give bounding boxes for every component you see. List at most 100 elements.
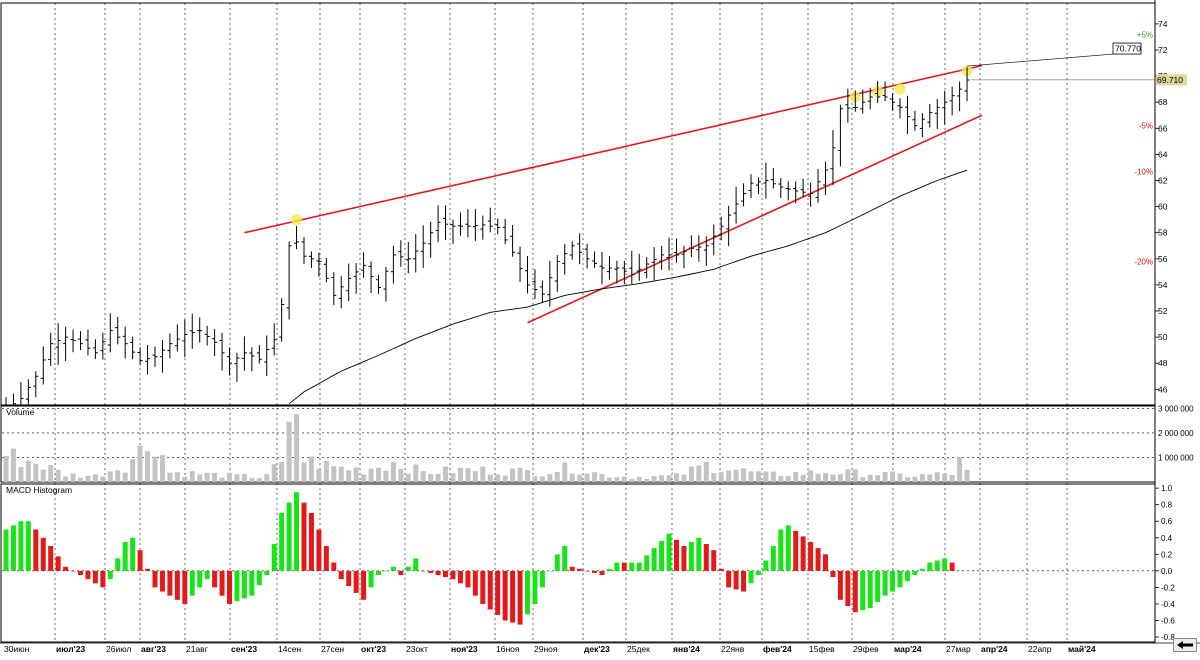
macd-bar bbox=[644, 555, 650, 571]
price-bar bbox=[137, 347, 143, 366]
price-bar bbox=[279, 298, 285, 342]
volume-bar bbox=[636, 476, 642, 482]
price-bar bbox=[614, 260, 620, 284]
price-bar bbox=[338, 276, 344, 309]
price-bar bbox=[174, 324, 180, 352]
price-bar bbox=[472, 208, 478, 241]
volume-bar bbox=[517, 467, 523, 482]
macd-bar bbox=[279, 512, 285, 571]
macd-bar bbox=[569, 566, 575, 571]
price-bar bbox=[897, 98, 903, 119]
price-tick-label: 48 bbox=[1158, 358, 1168, 368]
arrow-left-icon bbox=[1177, 641, 1193, 649]
volume-bar bbox=[174, 472, 180, 482]
macd-bar bbox=[264, 570, 270, 575]
macd-bar bbox=[755, 570, 761, 575]
volume-bar bbox=[495, 474, 501, 482]
volume-bar bbox=[592, 472, 598, 482]
price-bar bbox=[584, 243, 590, 269]
macd-bar bbox=[904, 570, 910, 582]
price-tick-label: 58 bbox=[1158, 228, 1168, 238]
volume-bar bbox=[681, 474, 687, 482]
x-tick-label: 22апр bbox=[1028, 644, 1052, 654]
macd-bar bbox=[733, 570, 739, 590]
macd-bar bbox=[770, 546, 776, 571]
volume-bar bbox=[18, 466, 24, 482]
volume-bar bbox=[390, 462, 396, 482]
price-bar bbox=[450, 219, 456, 245]
macd-bar bbox=[241, 570, 247, 599]
price-bar bbox=[577, 233, 583, 265]
volume-bar bbox=[904, 477, 910, 482]
macd-tick-label: 0.4 bbox=[1161, 534, 1173, 543]
price-bar bbox=[711, 224, 717, 256]
price-bar bbox=[368, 261, 374, 294]
price-bar bbox=[107, 313, 113, 353]
macd-bar bbox=[92, 570, 98, 584]
percent-level-label: -10% bbox=[1134, 167, 1153, 176]
volume-bar bbox=[316, 469, 322, 482]
macd-bar bbox=[681, 546, 687, 571]
macd-bar bbox=[48, 546, 54, 571]
volume-bar bbox=[383, 470, 389, 482]
volume-bar bbox=[159, 455, 165, 482]
macd-tick-label: -0.4 bbox=[1161, 600, 1175, 609]
macd-bar bbox=[718, 568, 724, 571]
price-tick-label: 64 bbox=[1158, 149, 1168, 159]
price-tick-label: 50 bbox=[1158, 332, 1168, 342]
volume-bar bbox=[413, 464, 419, 482]
macd-bar bbox=[532, 570, 538, 604]
macd-panel: MACD Histogram 1.0 0.8 0.6 0.4 0.2 0.0 -0.2 -0.4… bbox=[2, 484, 1175, 642]
volume-bar bbox=[487, 474, 493, 482]
x-tick-label: 15фев bbox=[809, 644, 835, 654]
macd-bar bbox=[629, 562, 635, 571]
price-bar bbox=[674, 238, 679, 263]
volume-bar bbox=[577, 474, 583, 482]
price-bar bbox=[539, 280, 545, 303]
price-bar bbox=[815, 169, 821, 203]
macd-bar bbox=[294, 492, 300, 571]
volume-bar bbox=[621, 476, 627, 482]
price-bar bbox=[25, 379, 31, 405]
volume-bar bbox=[271, 464, 277, 482]
scroll-left-button[interactable] bbox=[1173, 638, 1197, 652]
x-tick-label: окт'23 bbox=[361, 644, 386, 654]
volume-bar bbox=[785, 476, 791, 482]
price-tick-label: 52 bbox=[1158, 306, 1168, 316]
volume-tick-label: 3 000 000 bbox=[1158, 404, 1194, 413]
price-bar bbox=[219, 332, 225, 371]
macd-bar bbox=[845, 570, 851, 607]
high-label-pointer bbox=[967, 53, 1114, 67]
price-bar bbox=[495, 218, 501, 235]
macd-bar bbox=[189, 570, 195, 596]
volume-bar bbox=[584, 473, 590, 482]
macd-bar bbox=[711, 550, 717, 571]
price-bar bbox=[428, 221, 434, 258]
macd-bar bbox=[63, 566, 69, 571]
macd-tick-label: -0.6 bbox=[1161, 616, 1175, 625]
macd-bar bbox=[182, 570, 188, 604]
macd-bar bbox=[823, 554, 828, 571]
volume-bar bbox=[755, 471, 761, 482]
volume-bar bbox=[353, 467, 359, 482]
price-bar bbox=[376, 274, 381, 295]
volume-bar bbox=[644, 478, 650, 482]
macd-bar bbox=[875, 570, 881, 602]
x-tick-label: ноя'23 bbox=[451, 644, 478, 654]
x-axis: 30июн июл'23 26июл авг'23 21авг сен'23 14сен 27… bbox=[4, 3, 1096, 654]
macd-bar bbox=[949, 562, 955, 571]
price-bar bbox=[502, 218, 508, 245]
volume-bar bbox=[927, 474, 933, 482]
macd-bar bbox=[353, 570, 359, 593]
macd-bar bbox=[741, 570, 747, 592]
price-bar bbox=[40, 346, 46, 385]
price-bar bbox=[599, 251, 605, 285]
last-price-value: 69.710 bbox=[1157, 75, 1183, 85]
trendline bbox=[527, 114, 983, 324]
x-tick-label: мар'24 bbox=[894, 644, 922, 654]
percent-level-label: +5% bbox=[1137, 30, 1153, 39]
x-tick-label: 22янв bbox=[721, 644, 745, 654]
volume-bar bbox=[85, 475, 91, 482]
volume-bar bbox=[33, 463, 39, 482]
volume-bar bbox=[450, 473, 456, 482]
